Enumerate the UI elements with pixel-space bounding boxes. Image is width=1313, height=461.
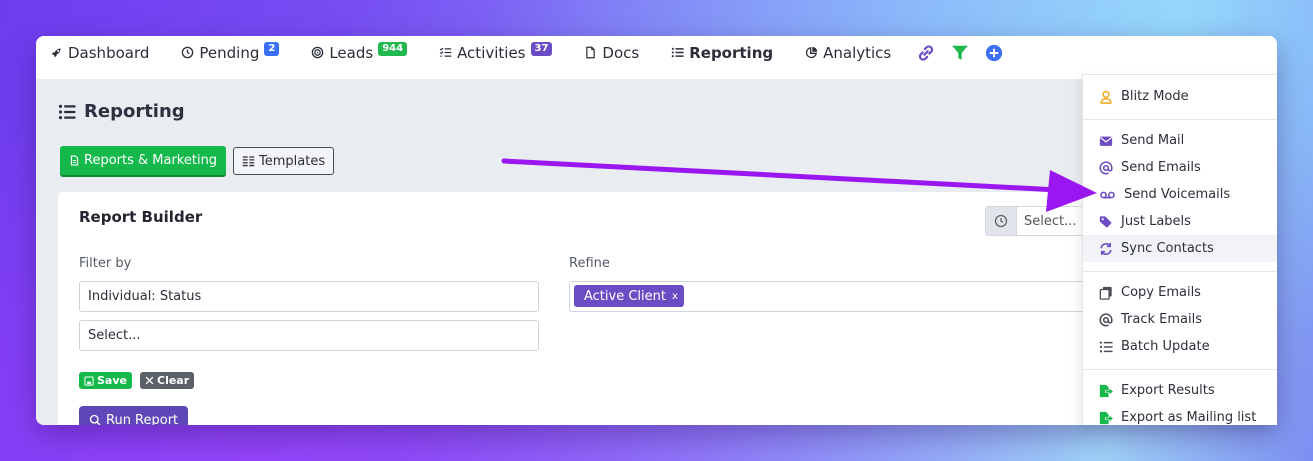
- sync-icon: [1100, 242, 1112, 255]
- run-report-label: Run Report: [106, 412, 179, 426]
- menu-item-label: Track Emails: [1121, 312, 1202, 327]
- refine-tag-label: Active Client: [584, 288, 666, 304]
- nav-dashboard[interactable]: Dashboard: [50, 44, 149, 62]
- save-icon: [84, 375, 94, 386]
- tag-remove-icon[interactable]: x: [672, 291, 678, 302]
- voicemail-icon: [1100, 191, 1115, 198]
- menu-item-label: Send Emails: [1121, 160, 1201, 175]
- leads-count-badge: 944: [378, 41, 408, 56]
- menu-divider: [1083, 271, 1277, 272]
- nav-reporting[interactable]: Reporting: [671, 44, 773, 62]
- file-icon: [70, 155, 79, 166]
- save-label: Save: [97, 374, 127, 387]
- nav-label: Activities: [457, 43, 526, 62]
- reports-marketing-label: Reports & Marketing: [84, 153, 218, 168]
- top-navigation: Dashboard Pending 2 Leads 944 Activities…: [36, 36, 1277, 79]
- close-icon: [145, 376, 154, 385]
- menu-item-export-mailing-list[interactable]: Export as Mailing list: [1083, 404, 1277, 431]
- user-icon: [1100, 90, 1112, 104]
- refine-label: Refine: [569, 256, 610, 271]
- reports-marketing-tab[interactable]: Reports & Marketing: [60, 146, 227, 175]
- nav-icon-buttons: [917, 44, 1003, 62]
- list-icon: [58, 104, 76, 119]
- menu-item-sync-contacts[interactable]: Sync Contacts: [1083, 235, 1277, 262]
- refine-tag: Active Client x: [574, 285, 684, 307]
- menu-item-label: Send Voicemails: [1124, 187, 1231, 202]
- nav-docs[interactable]: Docs: [584, 44, 639, 62]
- pending-count-badge: 2: [264, 41, 280, 56]
- menu-item-send-mail[interactable]: Send Mail: [1083, 127, 1277, 154]
- menu-item-track-emails[interactable]: Track Emails: [1083, 306, 1277, 333]
- file-export-icon: [1099, 384, 1113, 397]
- nav-leads[interactable]: Leads 944: [311, 41, 408, 62]
- menu-item-label: Blitz Mode: [1121, 89, 1189, 104]
- menu-item-just-labels[interactable]: Just Labels: [1083, 208, 1277, 235]
- target-icon: [312, 46, 324, 59]
- nav-label: Reporting: [689, 43, 774, 62]
- at-icon: [1099, 160, 1113, 174]
- report-builder-card: Report Builder Select... Filter by Indiv…: [58, 192, 1258, 425]
- report-builder-title: Report Builder: [79, 208, 203, 226]
- list-icon: [1099, 340, 1113, 353]
- clear-label: Clear: [157, 374, 190, 387]
- menu-item-label: Export as Mailing list: [1121, 410, 1257, 425]
- nav-label: Analytics: [823, 43, 892, 62]
- activities-count-badge: 37: [530, 41, 553, 56]
- copy-icon: [1099, 286, 1112, 300]
- menu-item-copy-emails[interactable]: Copy Emails: [1083, 279, 1277, 306]
- menu-item-label: Export Results: [1121, 383, 1215, 398]
- run-report-button[interactable]: Run Report: [79, 406, 189, 426]
- nav-label: Leads: [329, 43, 374, 62]
- menu-divider: [1083, 369, 1277, 370]
- search-icon: [89, 414, 101, 425]
- menu-item-blitz-mode[interactable]: Blitz Mode: [1083, 83, 1277, 110]
- menu-item-label: Batch Update: [1121, 339, 1210, 354]
- filter-by-label: Filter by: [79, 256, 132, 271]
- filter-icon[interactable]: [951, 44, 969, 62]
- save-button[interactable]: Save: [79, 372, 132, 389]
- clock-icon: [182, 46, 194, 59]
- menu-item-send-emails[interactable]: Send Emails: [1083, 154, 1277, 181]
- file-export-icon: [1099, 411, 1113, 424]
- menu-item-label: Sync Contacts: [1121, 241, 1214, 256]
- menu-item-label: Just Labels: [1121, 214, 1191, 229]
- menu-item-send-voicemails[interactable]: Send Voicemails: [1083, 181, 1277, 208]
- templates-tab[interactable]: Templates: [233, 147, 335, 175]
- page-title-text: Reporting: [84, 101, 185, 122]
- list-icon: [671, 47, 684, 58]
- menu-item-label: Copy Emails: [1121, 285, 1201, 300]
- file-icon: [586, 46, 596, 59]
- nav-activities[interactable]: Activities 37: [439, 41, 553, 62]
- menu-item-export-results[interactable]: Export Results: [1083, 377, 1277, 404]
- plus-circle-icon[interactable]: [985, 44, 1003, 62]
- checklist-icon: [439, 47, 452, 57]
- filter-value-select[interactable]: Select...: [79, 320, 539, 351]
- nav-analytics[interactable]: Analytics: [805, 44, 891, 62]
- pie-chart-icon: [805, 46, 818, 59]
- nav-pending[interactable]: Pending 2: [181, 41, 280, 62]
- tags-icon: [1099, 215, 1112, 228]
- menu-item-label: Send Mail: [1121, 133, 1185, 148]
- columns-icon: [242, 155, 255, 166]
- clear-button[interactable]: Clear: [140, 372, 195, 389]
- page-title: Reporting: [58, 101, 185, 122]
- nav-label: Dashboard: [68, 43, 150, 62]
- clock-icon: [994, 214, 1008, 228]
- rocket-icon: [51, 48, 61, 58]
- menu-item-batch-update[interactable]: Batch Update: [1083, 333, 1277, 360]
- templates-label: Templates: [259, 153, 326, 169]
- link-icon[interactable]: [917, 44, 935, 62]
- menu-divider: [1083, 119, 1277, 120]
- bulk-actions-menu: Blitz Mode Send Mail Send Emails Send Vo…: [1082, 74, 1277, 425]
- at-icon: [1099, 312, 1113, 326]
- filter-by-select[interactable]: Individual: Status: [79, 281, 539, 312]
- time-range-addon[interactable]: [985, 206, 1017, 236]
- nav-label: Pending: [199, 43, 260, 62]
- envelope-icon: [1099, 136, 1113, 146]
- nav-label: Docs: [602, 43, 640, 62]
